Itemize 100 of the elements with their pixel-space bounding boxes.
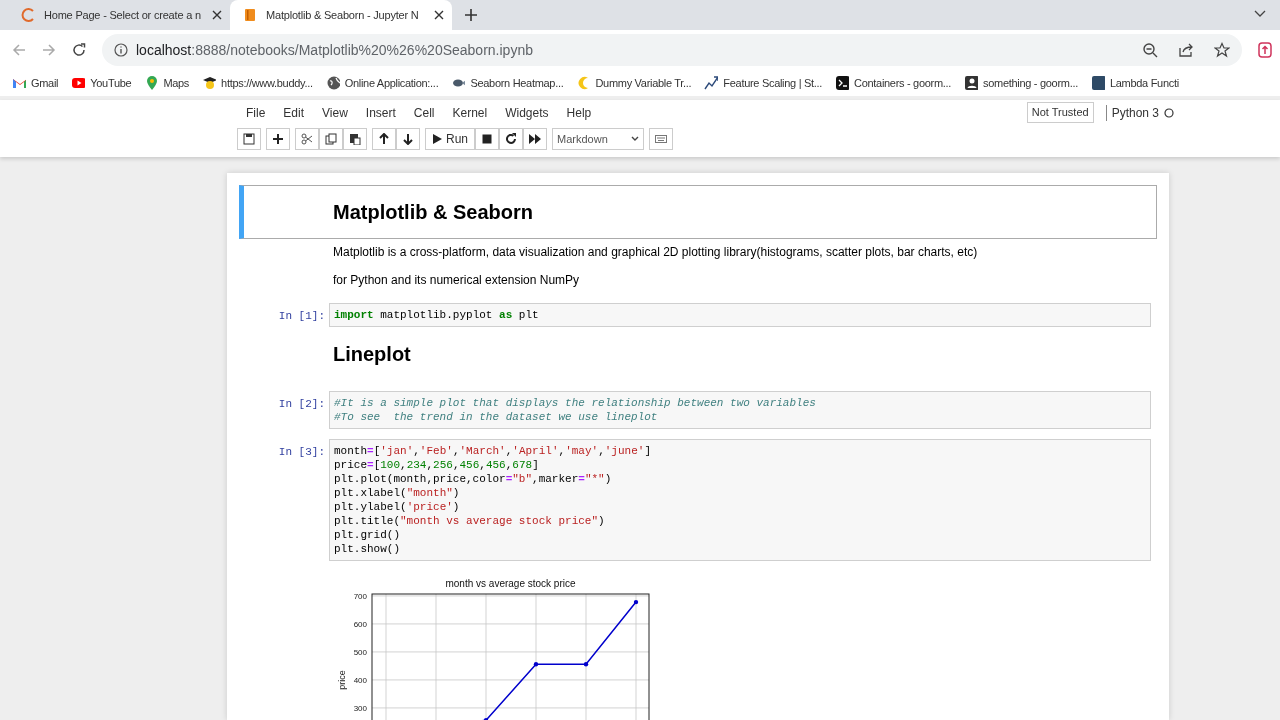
- paragraph: Matplotlib is a cross-platform, data visualization and graphical 2D plotting library(histograms, scatter plots, bar charts, etc): [333, 244, 979, 260]
- close-icon[interactable]: [212, 10, 222, 20]
- menu-item[interactable]: File: [237, 103, 275, 122]
- star-icon[interactable]: [1214, 42, 1230, 58]
- y-axis-label: price: [337, 670, 347, 690]
- keyboard-icon: [655, 133, 667, 145]
- chart-title: month vs average stock price: [445, 578, 576, 589]
- code-line: #It is a simple plot that displays the relationship between two variables: [334, 396, 817, 410]
- tab-title: Home Page - Select or create a n: [44, 7, 202, 23]
- stop-icon: [481, 133, 493, 145]
- kernel-idle-icon: [1164, 107, 1174, 118]
- menu-item[interactable]: Edit: [274, 103, 314, 122]
- caret-icon: [631, 136, 639, 142]
- move-down-button[interactable]: [396, 128, 420, 150]
- restart-button[interactable]: [499, 128, 523, 150]
- bookmark-link[interactable]: Feature Scaling | St...: [704, 74, 823, 92]
- markdown-cell[interactable]: Matplotlib & Seaborn: [239, 185, 1157, 239]
- save-button[interactable]: [237, 128, 261, 150]
- bookmark-link[interactable]: something - goorm...: [964, 74, 1078, 92]
- code-line: plt.ylabel('price'): [334, 500, 461, 514]
- menu-item[interactable]: Cell: [404, 103, 444, 122]
- scissors-icon: [301, 133, 313, 145]
- paste-button[interactable]: [343, 128, 367, 150]
- clipboard-icon: [349, 133, 361, 145]
- y-tick-label: 700: [353, 591, 367, 601]
- code-input[interactable]: #It is a simple plot that displays the relationship between two variables #To see the trend in the dataset we use lineplot: [329, 391, 1151, 429]
- share-icon[interactable]: [1178, 42, 1194, 58]
- globe-icon: [325, 75, 340, 91]
- trust-indicator[interactable]: Not Trusted: [1026, 102, 1094, 123]
- bookmark-link[interactable]: YouTube: [71, 74, 132, 92]
- code-line: plt.grid(): [334, 528, 401, 542]
- y-tick-label: 400: [353, 675, 367, 685]
- arrow-up-icon: [378, 133, 390, 145]
- input-prompt: In [2]:: [277, 397, 326, 412]
- restart-icon: [505, 133, 517, 145]
- play-icon: [432, 134, 442, 144]
- code-line: import matplotlib.pyplot as plt: [334, 308, 540, 322]
- data-point: [583, 662, 589, 667]
- y-tick-label: 300: [353, 703, 367, 713]
- tile-icon: [1090, 75, 1105, 91]
- input-prompt: In [1]:: [277, 309, 326, 324]
- person-icon: [964, 75, 979, 91]
- y-tick-label: 600: [353, 619, 367, 629]
- run-button[interactable]: Run: [425, 128, 475, 150]
- bookmark-link[interactable]: Containers - goorm...: [835, 74, 952, 92]
- menu-item[interactable]: Insert: [356, 103, 405, 122]
- address-bar[interactable]: localhost:8888/notebooks/Matplotlib%20%26%20Seaborn.ipynb: [102, 34, 1242, 66]
- add-cell-button[interactable]: [266, 128, 290, 150]
- trend-arrow-icon: [704, 75, 719, 91]
- code-line: month=['jan','Feb','March','April','may','june']: [334, 444, 652, 458]
- y-tick-label: 500: [353, 647, 367, 657]
- close-icon[interactable]: [434, 10, 444, 20]
- keyboard-button[interactable]: [649, 128, 673, 150]
- spinner-icon: [20, 7, 36, 23]
- code-input[interactable]: import matplotlib.pyplot as plt: [329, 303, 1151, 327]
- code-line: plt.title("month vs average stock price"): [334, 514, 606, 528]
- code-line: plt.xlabel("month"): [334, 486, 461, 500]
- terminal-icon: [835, 75, 850, 91]
- cut-button[interactable]: [295, 128, 319, 150]
- bookmark-link[interactable]: Seaborn Heatmap...: [451, 74, 564, 92]
- bookmark-link[interactable]: Maps: [144, 74, 190, 92]
- move-up-button[interactable]: [372, 128, 396, 150]
- bookmark-link[interactable]: Dummy Variable Tr...: [576, 74, 692, 92]
- code-line: plt.show(): [334, 542, 401, 556]
- bookmark-link[interactable]: Online Application:...: [325, 74, 439, 92]
- zoom-out-icon[interactable]: [1142, 42, 1158, 58]
- bookmark-link[interactable]: Lambda Functi: [1090, 74, 1179, 92]
- cell-heading: Lineplot: [333, 344, 412, 364]
- menu-item[interactable]: View: [313, 103, 357, 122]
- markdown-cell[interactable]: Lineplot: [239, 327, 1157, 381]
- fast-forward-icon: [529, 133, 541, 145]
- code-line: #To see the trend in the dataset we use lineplot: [334, 410, 659, 424]
- fast-forward-button[interactable]: [523, 128, 547, 150]
- copy-button[interactable]: [319, 128, 343, 150]
- reload-icon[interactable]: [72, 43, 86, 57]
- new-tab-icon[interactable]: [464, 8, 478, 22]
- cell-type-dropdown[interactable]: Markdown: [552, 128, 644, 150]
- menu-item[interactable]: Widgets: [496, 103, 558, 122]
- url-text: localhost:8888/notebooks/Matplotlib%20%26%20Seaborn.ipynb: [136, 40, 534, 60]
- bookmark-link[interactable]: https://www.buddy...: [202, 74, 313, 92]
- menu-item[interactable]: Help: [557, 103, 601, 122]
- markdown-cell[interactable]: Matplotlib is a cross-platform, data visualization and graphical 2D plotting library(histograms, scatter plots, bar charts, etc) for Python and its numerical extension NumPy: [239, 239, 1157, 293]
- code-line: plt.plot(month,price,color="b",marker="*"): [334, 472, 613, 486]
- notebook-icon: [242, 7, 258, 23]
- menu-item[interactable]: Kernel: [443, 103, 497, 122]
- extension-icon[interactable]: [1258, 42, 1272, 58]
- code-input[interactable]: [329, 439, 1151, 561]
- bookmark-link[interactable]: Gmail: [12, 74, 59, 92]
- graduation-cap-icon: [202, 75, 217, 91]
- tab-title: Matplotlib & Seaborn - Jupyter N: [266, 7, 420, 23]
- input-prompt: In [3]:: [277, 445, 326, 460]
- stop-button[interactable]: [475, 128, 499, 150]
- kernel-name: Python 3: [1111, 104, 1159, 122]
- chevron-down-icon[interactable]: [1254, 10, 1266, 18]
- paragraph: for Python and its numerical extension NumPy: [333, 272, 581, 288]
- info-icon[interactable]: [114, 43, 128, 57]
- browser-tab[interactable]: Matplotlib & Seaborn - Jupyter N: [230, 0, 452, 30]
- data-point: [633, 599, 639, 605]
- arrow-down-icon: [402, 133, 414, 145]
- map-pin-icon: [144, 75, 159, 91]
